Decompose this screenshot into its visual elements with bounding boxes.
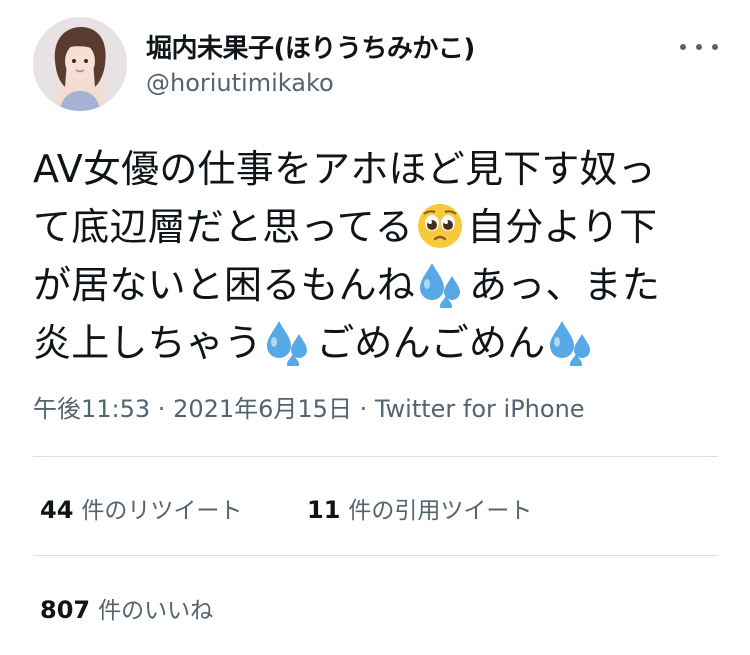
sweat-droplets-emoji-icon	[548, 318, 596, 366]
author-display-name[interactable]: 堀内未果子(ほりうちみかこ)	[146, 28, 475, 65]
divider	[33, 456, 718, 457]
quotes-count: 11	[307, 496, 341, 524]
likes-label: 件のいいね	[98, 598, 214, 624]
tweet-text-segment: あっ、また	[469, 263, 661, 307]
tweet-meta: 午後11:53 · 2021年6月15日 · Twitter for iPhon…	[33, 389, 585, 424]
more-options-icon[interactable]	[680, 40, 718, 54]
profile-photo-icon	[33, 17, 127, 111]
tweet-text-segment: ごめんごめん	[316, 321, 546, 365]
likes-count: 807	[40, 596, 91, 624]
tweet-time[interactable]: 午後11:53	[33, 395, 150, 423]
retweets-label: 件のリツイート	[81, 498, 243, 524]
tweet-text-segment: 炎上しちゃう	[33, 321, 263, 365]
divider	[33, 555, 718, 556]
tweet-card: 堀内未果子(ほりうちみかこ) @horiutimikako AV女優の仕事をアホ…	[0, 0, 750, 655]
more-dot	[712, 44, 718, 50]
tweet-date[interactable]: 2021年6月15日	[173, 395, 352, 423]
tweet-line: て底辺層だと思ってる 自分より下	[33, 198, 723, 256]
retweets-stat[interactable]: 44 件のリツイート	[40, 491, 242, 525]
tweet-text-segment: 自分より下	[467, 205, 658, 249]
meta-separator: ·	[351, 395, 375, 423]
tweet-text-segment: が居ないと困るもんね	[33, 263, 416, 307]
meta-separator: ·	[150, 395, 174, 423]
retweets-count: 44	[40, 496, 74, 524]
author-handle[interactable]: @horiutimikako	[146, 69, 334, 97]
quotes-label: 件の引用ツイート	[348, 498, 533, 524]
tweet-source[interactable]: Twitter for iPhone	[375, 395, 585, 423]
likes-stat[interactable]: 807 件のいいね	[40, 591, 213, 625]
tweet-line: が居ないと困るもんね あっ、また	[33, 256, 723, 314]
more-dot	[680, 44, 686, 50]
sweat-droplets-emoji-icon	[265, 318, 313, 366]
tweet-line: 炎上しちゃう ごめんごめん	[33, 314, 723, 372]
tweet-text: AV女優の仕事をアホほど見下す奴っ て底辺層だと思ってる 自分より下 が居ないと…	[33, 140, 723, 372]
tweet-text-segment: て底辺層だと思ってる	[33, 205, 414, 249]
tweet-line: AV女優の仕事をアホほど見下す奴っ	[33, 140, 723, 198]
sweat-droplets-emoji-icon	[418, 260, 466, 308]
tweet-text-segment: AV女優の仕事をアホほど見下す奴っ	[33, 147, 656, 191]
more-dot	[696, 44, 702, 50]
author-avatar[interactable]	[33, 17, 127, 111]
quotes-stat[interactable]: 11 件の引用ツイート	[307, 491, 532, 525]
pleading-face-emoji-icon	[416, 202, 464, 250]
